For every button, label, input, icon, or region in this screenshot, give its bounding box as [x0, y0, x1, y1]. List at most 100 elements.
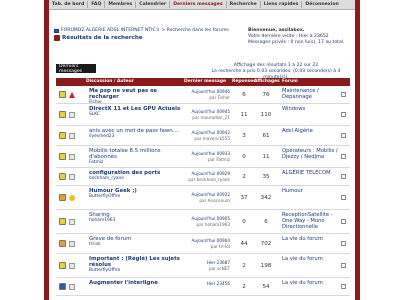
- topic-title-link[interactable]: Mobilis totalse 8.5 millions d'abonnés: [89, 148, 181, 160]
- topic-status-icon: [59, 262, 66, 269]
- last-post-author-link[interactable]: par scNET: [186, 266, 230, 272]
- forum-link[interactable]: ALGERIE TELECOM: [282, 170, 338, 176]
- replies-count: 3: [242, 133, 246, 139]
- views-count: 11: [262, 154, 270, 160]
- topic-status-icon: [59, 111, 66, 118]
- alert-icon: [69, 92, 75, 98]
- views-count: 6: [264, 219, 268, 225]
- last-post-author-link[interactable]: par beckham_ryane: [186, 177, 230, 183]
- table-row[interactable]: Ma psp ne veut pas se recharger Fisher Auj…: [56, 86, 350, 105]
- header-topic[interactable]: Discussion / Auteur: [86, 79, 134, 84]
- views-count: 342: [260, 195, 272, 201]
- replies-count: 44: [240, 241, 248, 247]
- table-row[interactable]: Sharing hoham1963 Aujourd'hui 00905 par hoh…: [56, 210, 350, 234]
- views-count: 198: [260, 263, 272, 269]
- forum-link[interactable]: Adsl Algérie: [282, 128, 338, 134]
- views-count: 35: [262, 174, 270, 180]
- replies-count: 2: [242, 263, 246, 269]
- table-row[interactable]: Augmenter l'interligne Hier 23456 2 54 La vi…: [56, 278, 350, 296]
- topic-status-icon: [59, 91, 66, 98]
- table-row[interactable]: Important : (Réglé) Les sujets résolus Bu…: [56, 254, 350, 278]
- row-select-checkbox[interactable]: [341, 263, 346, 268]
- header-views[interactable]: Affichages: [254, 79, 280, 84]
- topic-title-link[interactable]: Ma psp ne veut pas se recharger: [89, 88, 181, 100]
- breadcrumb-search-link[interactable]: > Recherche dans les forums: [161, 28, 228, 33]
- breadcrumb: FORUMDZ ALGERIE ADSL INTERNET NTIC's > R…: [54, 28, 234, 41]
- doc-icon: [69, 112, 75, 118]
- replies-count: 37: [240, 195, 248, 201]
- row-select-checkbox[interactable]: [341, 154, 346, 159]
- table-row[interactable]: anis avec un mot de pass fawn.... ilyesme…: [56, 126, 350, 146]
- topic-author-link[interactable]: trl-lol: [89, 242, 181, 248]
- row-select-checkbox[interactable]: [341, 284, 346, 289]
- last-post-author-link[interactable]: par trl-lol: [186, 244, 230, 250]
- table-row[interactable]: Mobilis totalse 8.5 millions d'abonnés Fa…: [56, 146, 350, 168]
- forum-link[interactable]: Maintenance / Dépannage: [282, 88, 338, 100]
- nav-quick-links[interactable]: Liens rapides: [261, 2, 302, 7]
- replies-count: 6: [242, 92, 246, 98]
- doc-icon: [69, 174, 75, 180]
- forum-link[interactable]: La vie du forum: [282, 256, 338, 262]
- forum-link[interactable]: La vie du forum: [282, 280, 338, 286]
- forum-link[interactable]: Opérateurs : Mobilis / Djezzy / Nedjma: [282, 148, 338, 160]
- topic-author-link[interactable]: ButterflyOffire: [89, 268, 181, 274]
- table-row[interactable]: DirectX 11 et Les GPU Actuels SLKC Aujourd…: [56, 104, 350, 126]
- nav-calendar[interactable]: Calendrier: [136, 2, 169, 7]
- row-select-checkbox[interactable]: [341, 174, 346, 179]
- topic-author-link[interactable]: hoham1963: [89, 218, 181, 224]
- table-row[interactable]: configuration des ports beckham_ryane Aujo…: [56, 168, 350, 186]
- row-select-checkbox[interactable]: [341, 195, 346, 200]
- topic-author-link[interactable]: ButterflyOffire: [89, 194, 181, 200]
- last-post-author-link[interactable]: par hoham1963: [186, 222, 230, 228]
- header-last-message[interactable]: Dernier message: [184, 79, 226, 84]
- forum-link[interactable]: Humour: [282, 188, 338, 194]
- smile-icon: [69, 195, 75, 201]
- results-table-body: Ma psp ne veut pas se recharger Fisher Auj…: [56, 86, 350, 300]
- views-count: 76: [262, 92, 270, 98]
- topic-title-link[interactable]: Important : (Réglé) Les sujets résolus: [89, 256, 181, 268]
- last-post-author-link[interactable]: par mouradski_21: [186, 115, 230, 121]
- topic-author-link[interactable]: beckham_ryane: [89, 176, 181, 182]
- last-post-author-link[interactable]: par Fisher: [186, 95, 230, 101]
- nav-latest-messages[interactable]: Derniers messages: [170, 2, 225, 7]
- nav-faq[interactable]: FAQ: [88, 2, 104, 7]
- nav-logout[interactable]: Déconnexion: [302, 2, 341, 7]
- doc-icon: [69, 263, 75, 269]
- last-post-author-link[interactable]: par Fatmiz: [186, 157, 230, 163]
- row-select-checkbox[interactable]: [341, 219, 346, 224]
- table-row[interactable]: Greve de forum trl-lol Aujourd'hui 00904 pa…: [56, 234, 350, 254]
- row-select-checkbox[interactable]: [341, 92, 346, 97]
- breadcrumb-forum-link[interactable]: FORUMDZ ALGERIE ADSL INTERNET NTIC's: [61, 28, 159, 33]
- forum-link[interactable]: La vie du forum: [282, 236, 338, 242]
- topic-title-link[interactable]: Augmenter l'interligne: [89, 280, 181, 286]
- topic-status-icon: [59, 153, 66, 160]
- nav-members[interactable]: Membres: [105, 2, 135, 7]
- top-navbar: Tab. de bord FAQ Membres Calendrier Dern…: [49, 0, 355, 10]
- forum-link[interactable]: Windows: [282, 106, 338, 112]
- last-post-author-link[interactable]: par Anaconum: [186, 198, 230, 204]
- doc-icon: [69, 154, 75, 160]
- doc-icon: [69, 219, 75, 225]
- left-border: [44, 0, 49, 300]
- topic-author-link[interactable]: ilyesmed23: [89, 134, 181, 140]
- row-select-checkbox[interactable]: [341, 241, 346, 246]
- topic-author-link[interactable]: Fatmiz: [89, 160, 181, 166]
- topic-title-link[interactable]: DirectX 11 et Les GPU Actuels: [89, 106, 181, 112]
- header-forum[interactable]: Forum: [282, 79, 298, 84]
- table-row[interactable]: Humour Geek ;) ButterflyOffire Aujourd'hui…: [56, 186, 350, 210]
- results-icon: [54, 35, 60, 41]
- row-select-checkbox[interactable]: [341, 133, 346, 138]
- results-table-header: Discussion / Auteur Dernier message Répo…: [56, 78, 350, 86]
- right-border: [355, 0, 360, 300]
- forum-home-icon: [54, 28, 59, 33]
- topic-author-link[interactable]: SLKC: [89, 112, 181, 118]
- topic-status-icon: [59, 218, 66, 225]
- forum-link[interactable]: ReceptionSatellite - One Way - Mono Dire…: [282, 212, 338, 230]
- nav-search[interactable]: Recherche: [227, 2, 260, 7]
- header-replies[interactable]: Réponses: [232, 79, 256, 84]
- user-info-box: Bienvenue, assilabox. Votre dernière vis…: [248, 28, 354, 46]
- last-post-author-link[interactable]: par maverick555: [186, 136, 230, 142]
- row-select-checkbox[interactable]: [341, 112, 346, 117]
- private-messages-link[interactable]: Messages privés : 0 non lu(s), 17 au tot…: [248, 40, 354, 46]
- nav-dashboard[interactable]: Tab. de bord: [49, 2, 87, 7]
